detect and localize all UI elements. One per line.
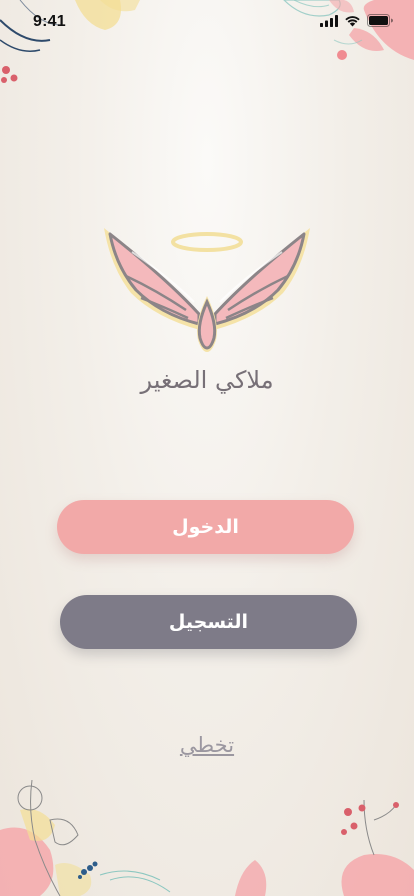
login-button[interactable]: الدخول (57, 500, 354, 554)
wifi-icon (345, 15, 360, 26)
register-button[interactable]: التسجيل (60, 595, 357, 649)
signal-icon (320, 14, 338, 27)
bottom-right-floral-decoration (341, 800, 414, 896)
brand-name: ملاكي الصغير (140, 366, 274, 394)
angel-wings-logo (104, 228, 310, 352)
bottom-center-floral-decoration (235, 860, 267, 896)
status-bar: 9:41 (0, 0, 414, 44)
status-icons (320, 14, 394, 27)
battery-icon (367, 14, 393, 27)
skip-link[interactable]: تخطي (147, 733, 267, 757)
status-time: 9:41 (33, 13, 66, 30)
bottom-left-floral-decoration (0, 780, 171, 896)
